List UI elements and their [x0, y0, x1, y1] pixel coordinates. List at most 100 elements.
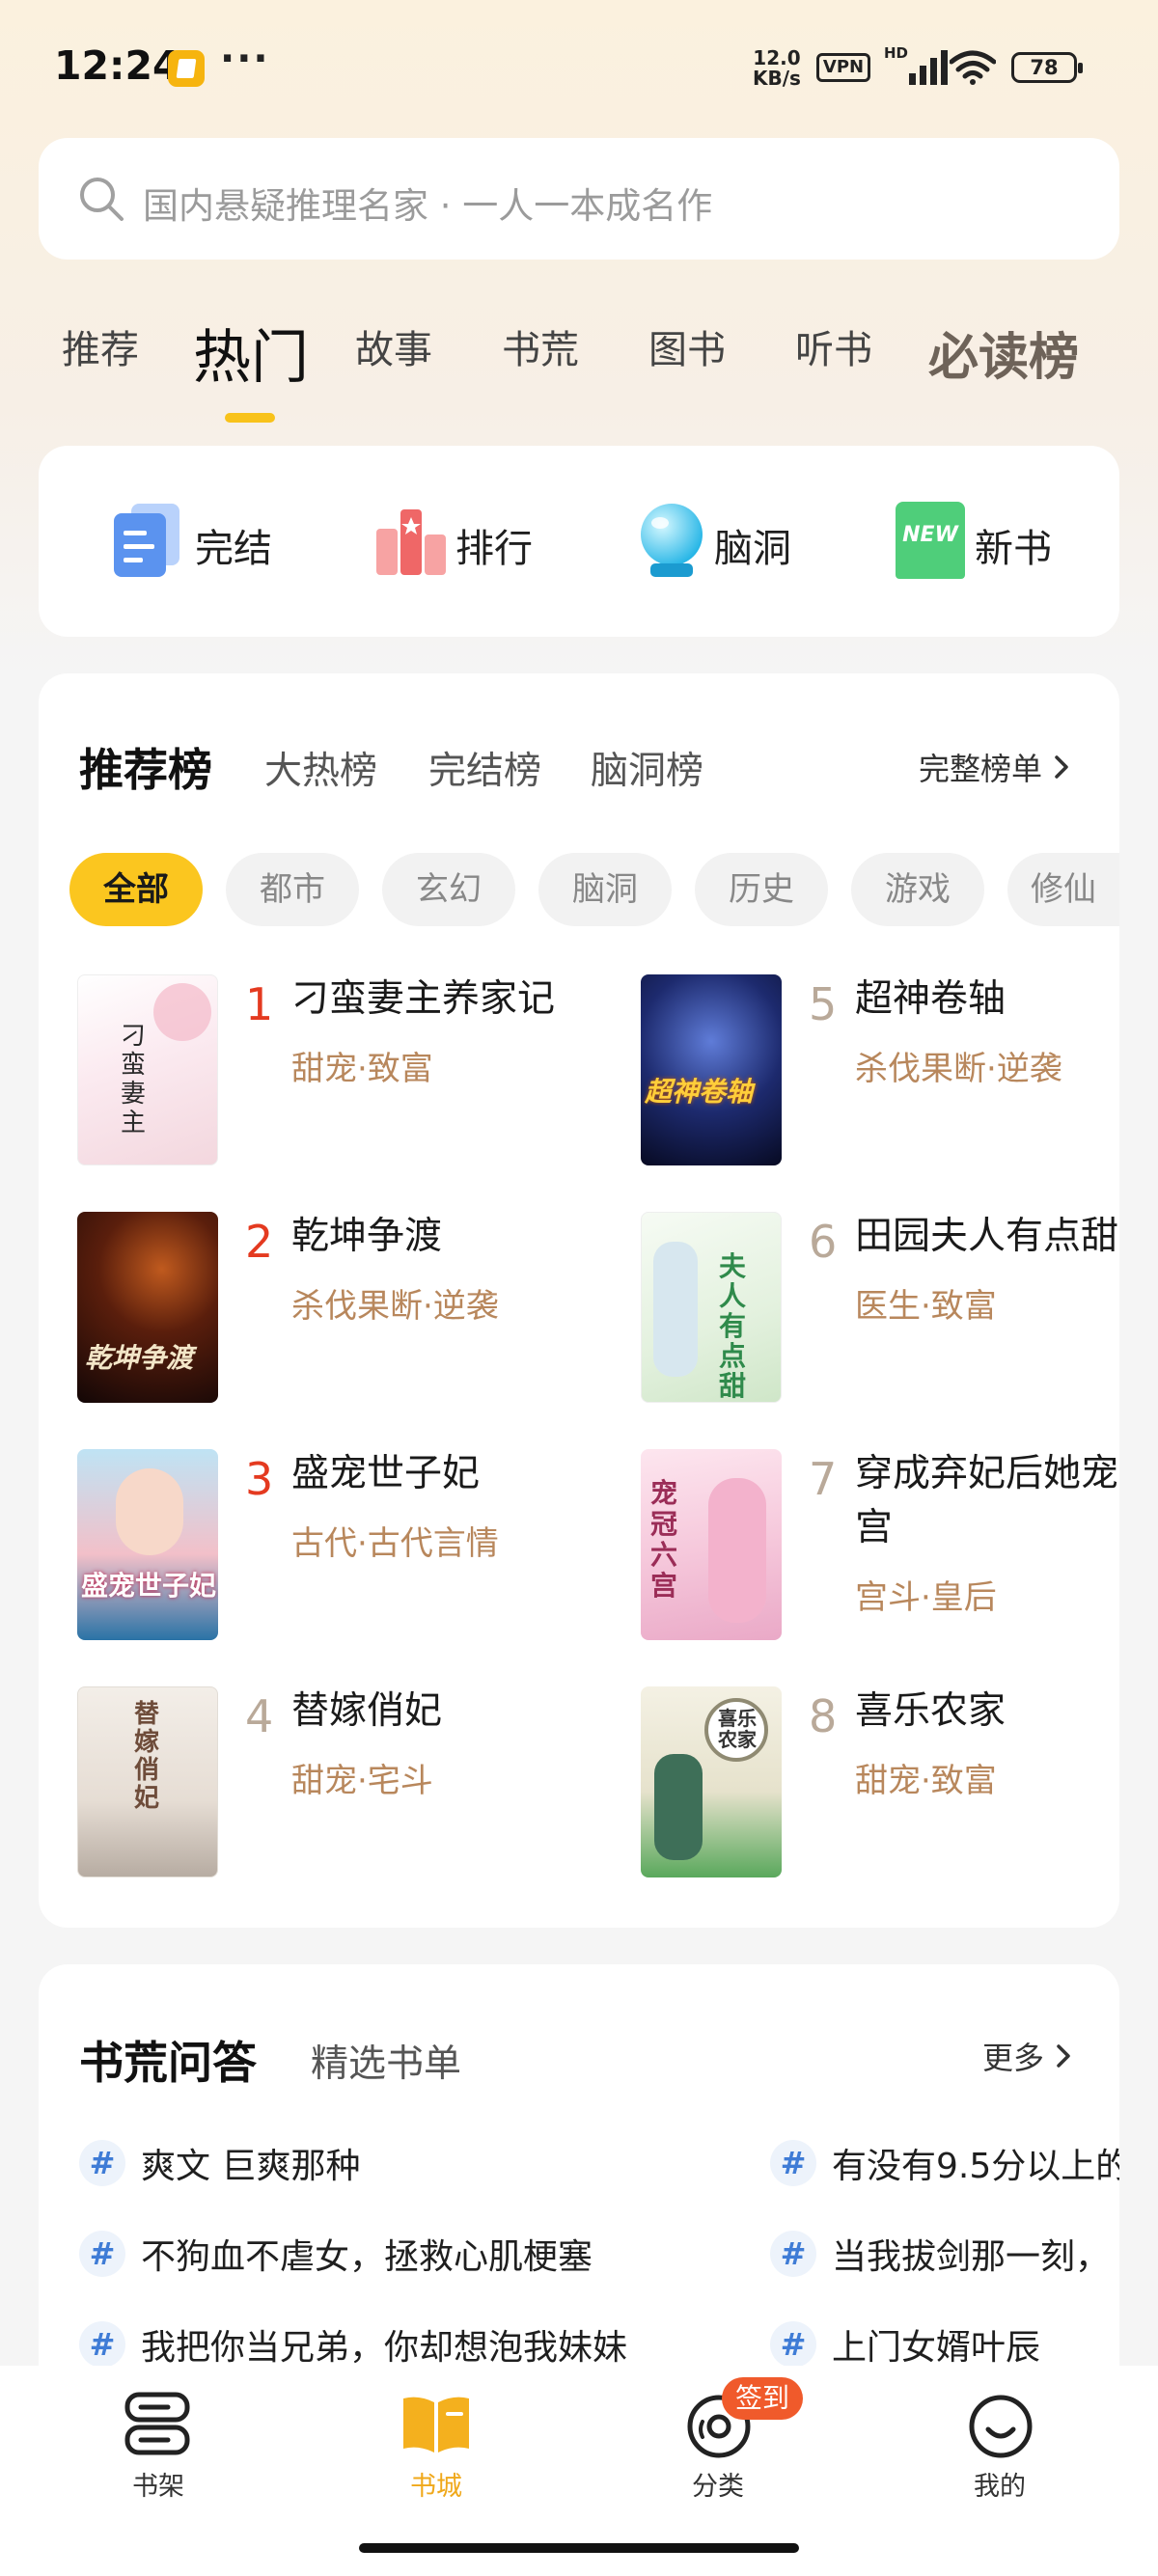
qa-item-right-2[interactable]: 当我拔剑那一刻， — [832, 2229, 1119, 2279]
status-bar: 12:24 ··· 12.0 KB/s VPN HD 78 — [0, 0, 1158, 135]
book-tags-7: 宫斗·皇后 — [855, 1578, 997, 1617]
book-title-2[interactable]: 乾坤争渡 — [291, 1210, 442, 1264]
tab-book-shortage[interactable]: 书荒 — [502, 318, 579, 374]
book-item-4[interactable]: 替嫁俏妃 — [77, 1686, 218, 1877]
book-item-5[interactable]: 超神卷轴 — [641, 974, 782, 1165]
chip-history[interactable]: 历史 — [695, 853, 828, 926]
bookshelf-icon — [124, 2392, 190, 2455]
book-tags-6: 医生·致富 — [855, 1287, 997, 1326]
book-rank-1: 1 — [245, 978, 274, 1030]
book-cover-2: 乾坤争渡 — [77, 1212, 218, 1403]
book-item-6[interactable]: 夫人有点甜 — [641, 1212, 782, 1403]
qa-item-left-1[interactable]: 爽文 巨爽那种 — [141, 2138, 360, 2188]
quick-entry-finished-label[interactable]: 完结 — [195, 517, 272, 573]
search-bar[interactable]: 国内悬疑推理名家 · 一人一本成名作 — [39, 138, 1119, 260]
nav-bookstore[interactable] — [400, 2393, 473, 2456]
ranking-tab-finished[interactable]: 完结榜 — [428, 741, 541, 795]
more-notifications-icon: ··· — [220, 37, 270, 81]
quick-entry-ranking[interactable] — [372, 502, 450, 579]
book-title-5[interactable]: 超神卷轴 — [855, 973, 1006, 1027]
qa-item-left-3[interactable]: 我把你当兄弟，你却想泡我妹妹 — [141, 2319, 627, 2370]
book-cover-5: 超神卷轴 — [641, 974, 782, 1165]
ranking-podium-icon — [376, 509, 446, 575]
hashtag-icon: # — [79, 2231, 125, 2277]
quick-entry-brainstorm-label[interactable]: 脑洞 — [714, 517, 791, 573]
book-tags-5: 杀伐果断·逆袭 — [855, 1050, 1062, 1088]
book-title-1[interactable]: 刁蛮妻主养家记 — [291, 973, 555, 1027]
qa-item-left-2[interactable]: 不狗血不虐女，拯救心肌梗塞 — [141, 2229, 593, 2279]
quick-entry-new[interactable]: NEW — [896, 502, 965, 579]
book-item-2[interactable]: 乾坤争渡 — [77, 1212, 218, 1403]
book-rank-7: 7 — [809, 1453, 838, 1505]
book-title-3[interactable]: 盛宠世子妃 — [291, 1447, 480, 1501]
book-rank-6: 6 — [809, 1216, 838, 1268]
chip-xianxia[interactable]: 修仙 — [1007, 853, 1119, 926]
nav-bookshelf-label[interactable]: 书架 — [100, 2465, 216, 2503]
book-cover-6: 夫人有点甜 — [641, 1212, 782, 1403]
network-speed: 12.0 KB/s — [753, 48, 801, 89]
book-cover-8: 喜乐农家 — [641, 1686, 782, 1877]
chip-all[interactable]: 全部 — [69, 853, 203, 926]
book-rank-3: 3 — [245, 1453, 274, 1505]
crystal-ball-icon — [641, 504, 703, 577]
finished-book-icon — [114, 504, 179, 577]
qa-more-link[interactable]: 更多 — [982, 2034, 1075, 2078]
book-title-7-line2[interactable]: 宫 — [855, 1501, 893, 1555]
hd-icon: HD — [884, 44, 909, 62]
book-rank-8: 8 — [809, 1690, 838, 1742]
book-item-1[interactable]: 刁蛮妻主 — [77, 974, 218, 1165]
nav-bookshelf[interactable] — [120, 2391, 197, 2458]
search-icon — [80, 178, 124, 221]
qa-title[interactable]: 书荒问答 — [79, 2028, 257, 2092]
ranking-tab-hot[interactable]: 大热榜 — [264, 741, 377, 795]
book-item-7[interactable]: 宠冠六宫 — [641, 1449, 782, 1640]
ranking-title[interactable]: 推荐榜 — [79, 735, 212, 799]
chip-brainstorm[interactable]: 脑洞 — [538, 853, 672, 926]
quick-entry-brainstorm[interactable] — [633, 500, 710, 581]
book-item-3[interactable]: 盛宠世子妃 — [77, 1449, 218, 1640]
qa-item-right-1[interactable]: 有没有9.5分以上的 — [832, 2138, 1119, 2188]
vpn-icon: VPN — [816, 53, 870, 82]
tab-must-read[interactable]: 必读榜 — [928, 316, 1079, 389]
book-item-8[interactable]: 喜乐农家 — [641, 1686, 782, 1877]
chip-urban[interactable]: 都市 — [226, 853, 359, 926]
chip-fantasy[interactable]: 玄幻 — [382, 853, 515, 926]
quick-entry-ranking-label[interactable]: 排行 — [455, 517, 533, 573]
nav-profile-label[interactable]: 我的 — [942, 2465, 1058, 2503]
nav-category-label[interactable]: 分类 — [660, 2465, 776, 2503]
full-list-label: 完整榜单 — [919, 751, 1043, 787]
book-cover-3: 盛宠世子妃 — [77, 1449, 218, 1640]
book-title-6[interactable]: 田园夫人有点甜 — [855, 1210, 1119, 1264]
tab-recommend[interactable]: 推荐 — [62, 318, 139, 374]
book-cover-1: 刁蛮妻主 — [77, 974, 218, 1165]
book-title-8[interactable]: 喜乐农家 — [855, 1685, 1006, 1739]
book-title-4[interactable]: 替嫁俏妃 — [291, 1685, 442, 1739]
nav-profile[interactable] — [967, 2393, 1034, 2460]
checkin-badge[interactable]: 签到 — [722, 2377, 803, 2420]
network-speed-value: 12.0 — [753, 46, 801, 69]
nav-bookstore-label[interactable]: 书城 — [378, 2465, 494, 2503]
full-list-link[interactable]: 完整榜单 — [919, 745, 1073, 789]
quick-entry-finished[interactable] — [110, 502, 187, 579]
chevron-right-icon — [1057, 2044, 1070, 2068]
qa-subtitle[interactable]: 精选书单 — [311, 2034, 461, 2088]
tab-hot[interactable]: 热门 — [193, 311, 309, 395]
signal-icon — [907, 50, 950, 85]
battery-icon: 78 — [1011, 52, 1083, 83]
tab-audio[interactable]: 听书 — [795, 318, 872, 374]
book-cover-7: 宠冠六宫 — [641, 1449, 782, 1640]
chevron-right-icon — [1055, 755, 1068, 779]
qa-item-right-3[interactable]: 上门女婿叶辰 — [832, 2319, 1119, 2370]
tab-story[interactable]: 故事 — [355, 318, 432, 374]
tab-books[interactable]: 图书 — [648, 318, 726, 374]
network-speed-unit: KB/s — [753, 67, 801, 90]
open-book-icon — [403, 2397, 469, 2453]
quick-entry-new-label[interactable]: 新书 — [975, 517, 1052, 573]
book-title-7[interactable]: 穿成弃妃后她宠冠六宫 — [855, 1447, 1119, 1501]
book-tags-4: 甜宠·宅斗 — [291, 1762, 433, 1800]
ranking-tab-brainstorm[interactable]: 脑洞榜 — [591, 741, 703, 795]
home-indicator[interactable] — [359, 2543, 799, 2553]
book-tags-1: 甜宠·致富 — [291, 1050, 433, 1088]
chip-game[interactable]: 游戏 — [851, 853, 984, 926]
book-tags-8: 甜宠·致富 — [855, 1762, 997, 1800]
